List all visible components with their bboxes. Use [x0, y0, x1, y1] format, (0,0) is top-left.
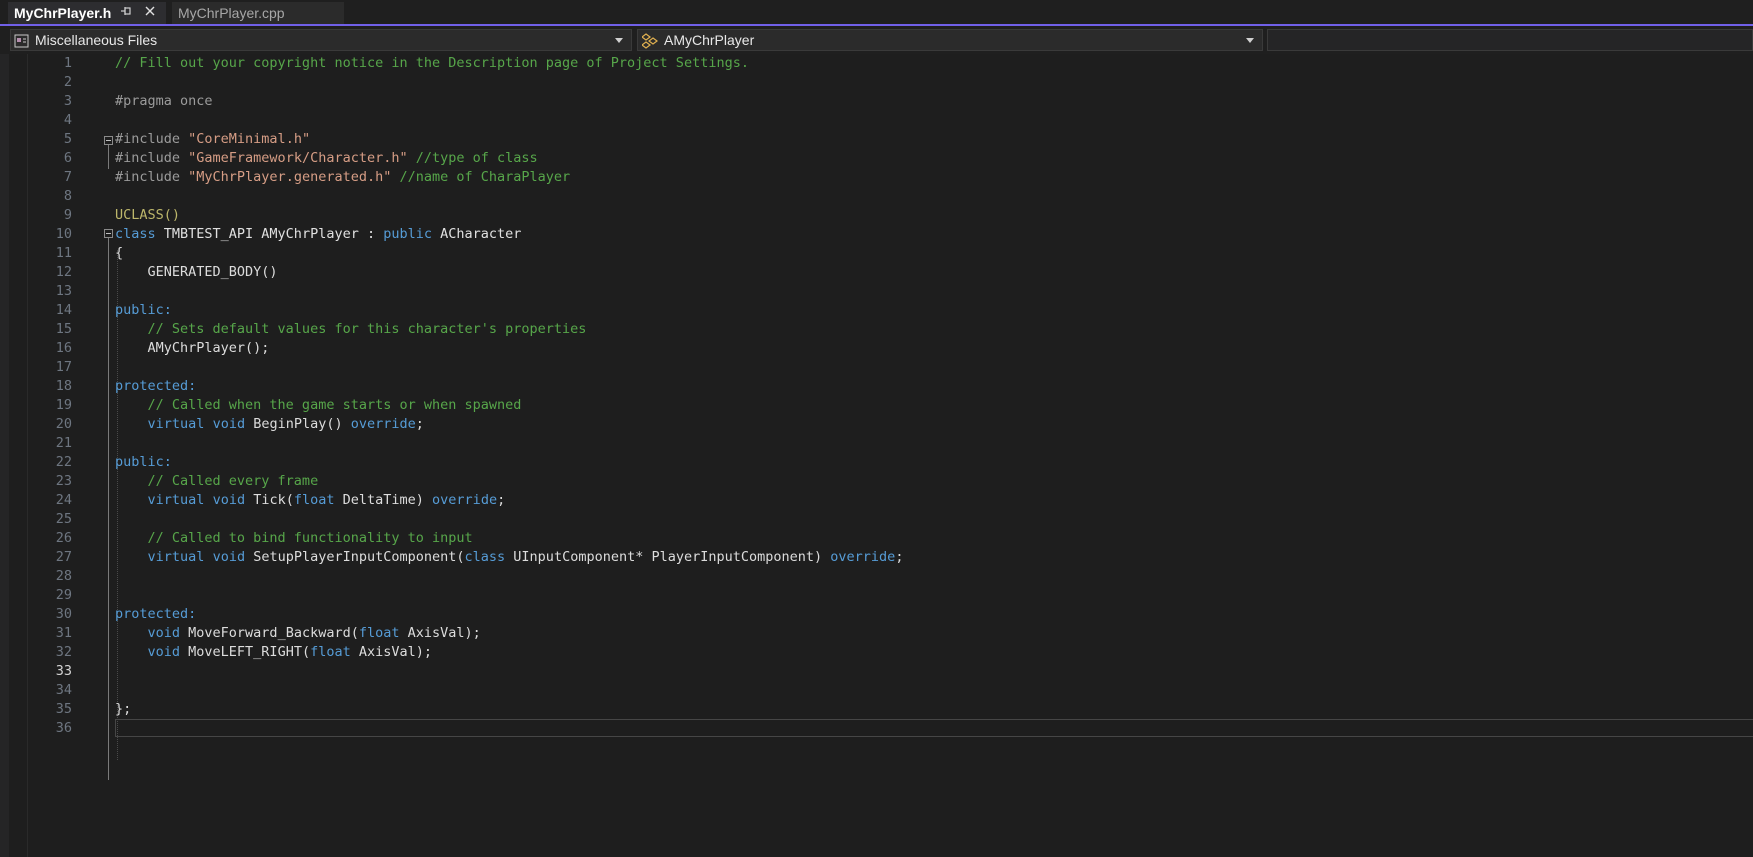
code-line: 5 #include "CoreMinimal.h" — [63, 131, 311, 147]
code-line: 2 — [63, 74, 72, 90]
line-text: // Fill out your copyright notice in the… — [115, 55, 749, 71]
pin-icon[interactable] — [119, 4, 133, 18]
code-line: 12 GENERATED_BODY() — [55, 264, 278, 280]
line-text: GENERATED_BODY() — [115, 264, 278, 280]
ide-window: MyChrPlayer.h MyChrPlayer.cpp Miscellane… — [0, 0, 1753, 857]
code-line: 8 — [63, 188, 72, 204]
code-line: 21 — [55, 435, 72, 451]
class-dropdown[interactable]: AMyChrPlayer — [637, 29, 1263, 51]
code-line: 31 void MoveForward_Backward(float AxisV… — [55, 625, 481, 641]
code-line: 19 // Called when the game starts or whe… — [55, 397, 522, 413]
line-text: protected: — [115, 378, 197, 394]
chevron-down-icon — [1246, 38, 1254, 43]
code-line: 27 virtual void SetupPlayerInputComponen… — [55, 549, 904, 565]
class-dropdown-label: AMyChrPlayer — [664, 32, 755, 48]
line-text: public: — [115, 302, 172, 318]
code-line: 26 // Called to bind functionality to in… — [55, 530, 473, 546]
code-line: 34 — [55, 682, 72, 698]
navigation-bar: Miscellaneous Files AMyChrPlayer — [0, 26, 1753, 54]
close-icon[interactable] — [143, 4, 157, 18]
line-text: class TMBTEST_API AMyChrPlayer : public … — [115, 226, 522, 242]
code-line: 20 virtual void BeginPlay() override; — [55, 416, 424, 432]
line-text: protected: — [115, 606, 197, 622]
code-line: 15 // Sets default values for this chara… — [55, 321, 587, 337]
code-line: 22 public: — [55, 454, 172, 470]
code-line: 9 UCLASS() — [63, 207, 181, 223]
code-line: 7 #include "MyChrPlayer.generated.h" //na… — [63, 169, 571, 185]
code-line: 13 — [55, 283, 72, 299]
code-line: 1// Fill out your copyright notice in th… — [63, 55, 749, 71]
line-text: // Called when the game starts or when s… — [115, 397, 522, 413]
code-line: 17 — [55, 359, 72, 375]
line-text: // Sets default values for this characte… — [115, 321, 587, 337]
line-text: // Called to bind functionality to input — [115, 530, 473, 546]
line-text: virtual void BeginPlay() override; — [147, 416, 424, 432]
line-text: UCLASS() — [115, 207, 181, 223]
line-text: #pragma once — [115, 93, 213, 109]
line-text: // Called every frame — [115, 473, 319, 489]
code-line: 11{ — [55, 245, 124, 261]
tab-mychrplayer-cpp[interactable]: MyChrPlayer.cpp — [172, 2, 344, 24]
project-dropdown-label: Miscellaneous Files — [35, 32, 158, 48]
code-line: 4 — [63, 112, 72, 128]
line-text: }; — [115, 701, 132, 717]
code-line: 10 class TMBTEST_API AMyChrPlayer : publi… — [55, 226, 522, 242]
code-line: 16 AMyChrPlayer(); — [55, 340, 270, 356]
code-line: 6 #include "GameFramework/Character.h" //… — [63, 150, 538, 166]
code-line: 30 protected: — [55, 606, 197, 622]
member-dropdown[interactable] — [1267, 29, 1753, 51]
code-line: 28 — [55, 568, 72, 584]
code-line: 29 — [55, 587, 72, 603]
code-line: 23 // Called every frame — [55, 473, 319, 489]
line-text: public: — [115, 454, 172, 470]
tab-label: MyChrPlayer.h — [14, 5, 112, 21]
chevron-down-icon — [615, 38, 623, 43]
line-text: #include "MyChrPlayer.generated.h" //nam… — [115, 169, 571, 185]
code-line: 25 — [55, 511, 72, 527]
line-text: virtual void SetupPlayerInputComponent(c… — [147, 549, 904, 565]
line-text: #include "GameFramework/Character.h" //t… — [115, 150, 538, 166]
code-line: 36 — [55, 720, 72, 736]
code-line: 35}; — [55, 701, 132, 717]
tab-label: MyChrPlayer.cpp — [178, 5, 285, 21]
line-text: virtual void Tick(float DeltaTime) overr… — [147, 492, 506, 508]
line-text: { — [115, 245, 124, 261]
line-text: void MoveForward_Backward(float AxisVal)… — [147, 625, 481, 641]
line-text: void MoveLEFT_RIGHT(float AxisVal); — [147, 644, 432, 660]
code-line: 33 — [55, 663, 72, 679]
tab-bar: MyChrPlayer.h MyChrPlayer.cpp — [0, 0, 1753, 24]
line-text: AMyChrPlayer(); — [115, 340, 270, 356]
code-line: 3 #pragma once — [63, 93, 213, 109]
code-line: 18 protected: — [55, 378, 197, 394]
code-line: 24 virtual void Tick(float DeltaTime) ov… — [55, 492, 506, 508]
code-line: 32 void MoveLEFT_RIGHT(float AxisVal); — [55, 644, 432, 660]
misc-files-icon — [14, 34, 29, 48]
code-line: 14 public: — [55, 302, 172, 318]
class-icon — [642, 33, 658, 49]
project-dropdown[interactable]: Miscellaneous Files — [10, 29, 632, 51]
line-text: #include "CoreMinimal.h" — [115, 131, 311, 147]
